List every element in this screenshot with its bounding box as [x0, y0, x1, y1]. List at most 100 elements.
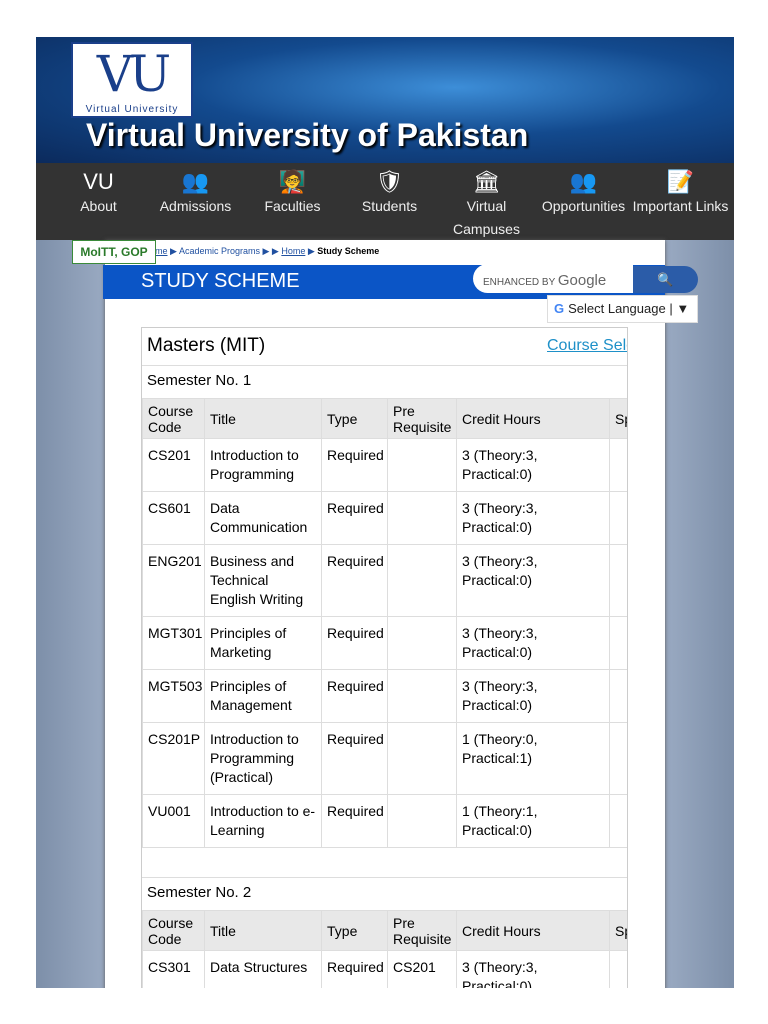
table-cell [387, 491, 457, 545]
nav-item-about[interactable]: VU About [50, 163, 147, 240]
semester-heading: Semester No. 1 [147, 372, 252, 389]
column-header: Sp [609, 398, 627, 439]
table-row: CS601 Data Communication Required 3 (Theory… [142, 491, 627, 545]
table-cell [609, 544, 627, 617]
search-icon: 🔍 [657, 272, 674, 287]
nav-item-virtual-campuses[interactable]: 🏛 Virtual Campuses [438, 163, 535, 240]
table-cell: CS201P [142, 722, 205, 795]
table-cell [387, 722, 457, 795]
table-cell: 1 (Theory:0, Practical:1) [456, 722, 610, 795]
table-row: VU001 Introduction to e-Learning Required 1… [142, 794, 627, 848]
search-input[interactable]: ENHANCED BY Google [473, 264, 633, 293]
nav-item-admissions[interactable]: 👥 Admissions [147, 163, 244, 240]
breadcrumb-home[interactable]: me [155, 246, 168, 256]
nav-item-opportunities[interactable]: 👥 Opportunities [535, 163, 632, 240]
table-cell: Introduction to Programming (Practical) [204, 722, 322, 795]
column-header: Course Code [142, 910, 205, 951]
nav-label: About [80, 198, 117, 214]
building-icon: 🏛 [472, 169, 501, 194]
table-cell: 3 (Theory:3, Practical:0) [456, 616, 610, 670]
nav-item-important-links[interactable]: 📝 Important Links [632, 163, 729, 240]
table-cell: Required [321, 616, 388, 670]
table-cell [387, 616, 457, 670]
table-cell: Required [321, 794, 388, 848]
table-cell: Data Communication [204, 491, 322, 545]
site-title: Virtual University of Pakistan [86, 117, 529, 153]
page-title: STUDY SCHEME [141, 270, 300, 292]
google-brand: Google [557, 272, 607, 289]
table-cell [609, 794, 627, 848]
program-title: Masters (MIT) [147, 335, 266, 356]
column-header: Sp [609, 910, 627, 951]
table-cell [609, 722, 627, 795]
table-row: CS301 Data Structures Required CS201 3 (Theo… [142, 950, 627, 988]
table-cell: Required [321, 544, 388, 617]
table-cell: Required [321, 950, 388, 988]
column-header: Type [321, 910, 388, 951]
table-cell: 3 (Theory:3, Practical:0) [456, 438, 610, 492]
nav-label: Virtual Campuses [453, 198, 520, 237]
course-selection-link[interactable]: Course Selection [547, 337, 627, 355]
table-cell: 3 (Theory:3, Practical:0) [456, 950, 610, 988]
table-cell: 3 (Theory:3, Practical:0) [456, 669, 610, 723]
table-cell: 3 (Theory:3, Practical:0) [456, 544, 610, 617]
search-placeholder: ENHANCED BY [483, 277, 556, 288]
breadcrumb-current: Study Scheme [317, 246, 380, 256]
table-cell: CS301 [142, 950, 205, 988]
nav-item-students[interactable]: 🛡 Students [341, 163, 438, 240]
table-cell: ENG201 [142, 544, 205, 617]
table-cell [387, 794, 457, 848]
table-cell [609, 616, 627, 670]
table-cell [387, 544, 457, 617]
table-cell: Principles of Management [204, 669, 322, 723]
table-cell: Required [321, 491, 388, 545]
chevron-down-icon: ▼ [676, 301, 690, 316]
nav-item-faculties[interactable]: 🧑‍🏫 Faculties [244, 163, 341, 240]
column-header: Pre Requisite [387, 398, 457, 439]
breadcrumb-home-link[interactable]: Home [281, 246, 305, 256]
table-cell [609, 950, 627, 988]
table-cell: Introduction to e-Learning [204, 794, 322, 848]
student-icon: 🛡 [375, 169, 404, 194]
table-row: MGT503 Principles of Management Required 3 … [142, 669, 627, 723]
table-cell [609, 438, 627, 492]
study-scheme-content: Masters (MIT) Course Selection Semester N… [141, 327, 628, 988]
vu-logo[interactable]: VU Virtual University [71, 42, 193, 118]
nav-label: Faculties [264, 198, 321, 214]
table-cell [387, 438, 457, 492]
column-header: Title [204, 398, 322, 439]
moitt-logo: MoITT, GOP [72, 240, 156, 264]
column-header: Type [321, 398, 388, 439]
column-header: Credit Hours [456, 398, 610, 439]
column-header: Title [204, 910, 322, 951]
main-nav: VU About 👥 Admissions 🧑‍🏫 Faculties 🛡 Students 🏛… [36, 163, 734, 240]
table-cell: Introduction to Programming [204, 438, 322, 492]
nav-label: Important Links [632, 198, 729, 214]
course-table: Course Code Title Type Pre Requisite Credit … [142, 910, 627, 988]
column-header: Credit Hours [456, 910, 610, 951]
table-cell: MGT301 [142, 616, 205, 670]
table-header: Course Code Title Type Pre Requisite Credit … [142, 398, 627, 439]
google-g-icon: G [554, 301, 565, 316]
table-row: MGT301 Principles of Marketing Required 3 (… [142, 616, 627, 670]
table-cell: 3 (Theory:3, Practical:0) [456, 491, 610, 545]
table-cell: Required [321, 438, 388, 492]
table-cell: 1 (Theory:1, Practical:0) [456, 794, 610, 848]
table-cell: Business and Technical English Writing [204, 544, 322, 617]
table-cell [609, 669, 627, 723]
table-cell: CS601 [142, 491, 205, 545]
breadcrumb: me ▶ Academic Programs ▶ ▶ Home ▶ Study … [155, 246, 380, 256]
table-cell [609, 491, 627, 545]
table-row: CS201 Introduction to Programming Required… [142, 438, 627, 492]
nav-label: Admissions [159, 198, 232, 214]
group-search-icon: 👥 [569, 169, 598, 194]
search-button[interactable]: 🔍 [633, 266, 698, 293]
table-cell: MGT503 [142, 669, 205, 723]
table-row: ENG201 Business and Technical English Wri… [142, 544, 627, 617]
teacher-icon: 🧑‍🏫 [278, 169, 307, 194]
table-row: CS201P Introduction to Programming (Pract… [142, 722, 627, 795]
table-cell [387, 669, 457, 723]
table-header: Course Code Title Type Pre Requisite Credit … [142, 910, 627, 951]
breadcrumb-academic-programs[interactable]: Academic Programs [179, 246, 260, 256]
language-select[interactable]: G Select Language | ▼ [547, 295, 698, 323]
